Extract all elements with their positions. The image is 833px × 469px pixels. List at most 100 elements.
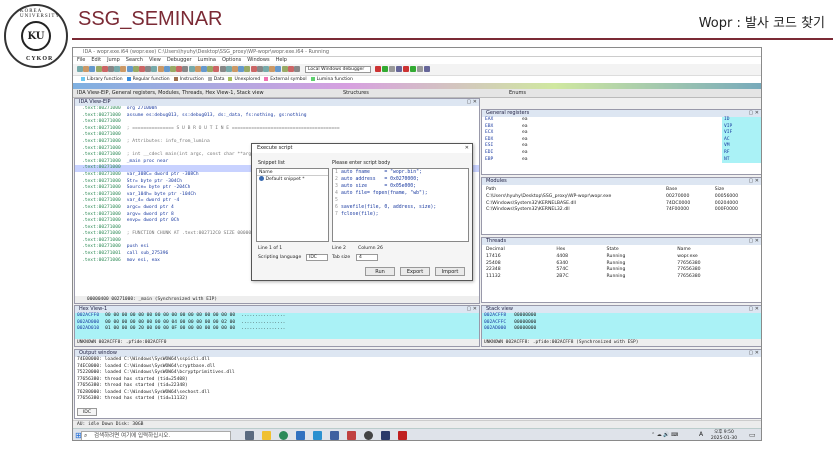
file-explorer-icon[interactable] xyxy=(262,431,271,440)
menu-item[interactable]: Debugger xyxy=(167,57,192,63)
threads-column-header[interactable]: Hex xyxy=(554,247,604,254)
edge-icon[interactable] xyxy=(313,431,322,440)
toolbar-button-icon[interactable] xyxy=(389,66,395,72)
toolbar-button-icon[interactable] xyxy=(207,66,214,72)
terminal-icon[interactable] xyxy=(381,431,390,440)
menu-item[interactable]: Search xyxy=(126,57,143,63)
app-icon[interactable] xyxy=(296,431,305,440)
toolbar-button-icon[interactable] xyxy=(120,66,127,72)
scripting-language-select[interactable]: IDC xyxy=(306,254,328,261)
ida-taskbar-icon[interactable] xyxy=(364,431,373,440)
system-tray-icons[interactable]: ⌃ ☁ 🔊 ⌨ xyxy=(651,432,678,438)
panel-controls-icon[interactable]: ▢ ✕ xyxy=(748,238,759,245)
toolbar-button-icon[interactable] xyxy=(139,66,145,72)
app-icon-3[interactable] xyxy=(398,431,407,440)
panel-controls-icon[interactable]: ▢ ✕ xyxy=(748,178,759,185)
vscode-icon[interactable] xyxy=(330,431,339,440)
taskbar-search-input[interactable]: 검색하려면 여기에 입력하십시오. xyxy=(81,431,231,440)
snippet-item-default[interactable]: Default snippet * xyxy=(257,176,328,184)
disasm-line[interactable]: .text:00271000 xyxy=(75,119,479,126)
disasm-line[interactable]: .text:00271000 ; =============== S U B R … xyxy=(75,126,479,133)
register-row[interactable]: EDI ea RF xyxy=(482,149,761,157)
menu-item[interactable]: View xyxy=(149,57,161,63)
toolbar-button-icon[interactable] xyxy=(263,66,269,72)
toolbar-button-icon[interactable] xyxy=(145,66,152,72)
stack-list[interactable]: 002ACFF8 00000000 002ACFFC 00000000 002AD000… xyxy=(482,313,761,339)
disasm-line[interactable]: .text:00271000 org 271000h xyxy=(75,106,479,113)
tab-enums[interactable]: Enums xyxy=(509,89,526,98)
idc-prompt[interactable]: IDC xyxy=(77,408,97,416)
toolbar-button-icon[interactable] xyxy=(250,66,257,72)
panel-controls-icon[interactable]: ▢ ✕ xyxy=(748,306,759,313)
panel-controls-icon[interactable]: ▢ ✕ xyxy=(748,110,759,117)
toolbar-button-icon[interactable] xyxy=(132,66,139,72)
toolbar-button-icon[interactable] xyxy=(256,66,263,72)
table-row[interactable]: 11132 2B7C Running 77656380 xyxy=(484,274,760,281)
disasm-line[interactable]: .text:00271000 assume es:debug013, ss:deb… xyxy=(75,113,479,120)
register-row[interactable]: ESI ea VM xyxy=(482,143,761,150)
toolbar-button-icon[interactable] xyxy=(182,66,189,72)
toolbar-button-icon[interactable] xyxy=(176,66,183,72)
toolbar-button-icon[interactable] xyxy=(424,66,430,72)
toolbar-button-icon[interactable] xyxy=(114,66,121,72)
stack-row[interactable]: 002ACFF8 00000000 xyxy=(482,313,761,320)
toolbar-button-icon[interactable] xyxy=(151,66,158,72)
toolbar-button-icon[interactable] xyxy=(244,66,251,72)
panel-controls-icon[interactable]: ▢ ✕ xyxy=(748,350,759,357)
toolbar-button-icon[interactable] xyxy=(294,66,300,72)
toolbar-button-icon[interactable] xyxy=(269,66,276,72)
toolbar-button-icon[interactable] xyxy=(213,66,220,72)
toolbar-button-icon[interactable] xyxy=(77,66,83,72)
toolbar-button-icon[interactable] xyxy=(410,66,416,72)
taskbar-clock[interactable]: 오후 9:50 2025-01-30 xyxy=(709,430,739,440)
hex-row[interactable]: 002ACFF0 00 00 00 00 00 00 00 00 00 00 00… xyxy=(75,313,479,320)
toolbar-button-icon[interactable] xyxy=(275,66,282,72)
table-row[interactable]: 17416 4408 Running wopr.exe xyxy=(484,254,760,261)
toolbar-button-icon[interactable] xyxy=(417,66,423,72)
register-row[interactable]: ECX ea VIF xyxy=(482,130,761,137)
table-row[interactable]: C:\Users\hyuhy\Desktop\SSG_proxy\WP-wopr… xyxy=(484,194,760,201)
export-button[interactable]: Export xyxy=(400,267,430,276)
toolbar-button-icon[interactable] xyxy=(83,66,90,72)
task-view-icon[interactable] xyxy=(245,431,254,440)
toolbar-button-icon[interactable] xyxy=(194,66,201,72)
toolbar-button-icon[interactable] xyxy=(375,66,381,72)
snippet-list[interactable]: Name Default snippet * xyxy=(256,168,329,242)
menu-item[interactable]: Help xyxy=(276,57,287,63)
toolbar-button-icon[interactable] xyxy=(101,66,108,72)
toolbar-button-icon[interactable] xyxy=(225,66,232,72)
modules-column-header[interactable]: Size xyxy=(713,187,760,194)
panel-controls-icon[interactable]: ▢ ✕ xyxy=(466,99,477,106)
hex-dump[interactable]: 002ACFF0 00 00 00 00 00 00 00 00 00 00 00… xyxy=(75,313,479,339)
run-button[interactable]: Run xyxy=(365,267,395,276)
toolbar-button-icon[interactable] xyxy=(219,66,226,72)
debugger-select[interactable]: Local Windows debugger xyxy=(305,66,371,73)
disasm-line[interactable]: .text:00271000 xyxy=(75,132,479,139)
panel-controls-icon[interactable]: ▢ ✕ xyxy=(466,306,477,313)
toolbar-button-icon[interactable] xyxy=(157,66,164,72)
toolbar-button-icon[interactable] xyxy=(126,66,133,72)
tab-structures[interactable]: Structures xyxy=(343,89,369,98)
register-row[interactable]: EBP ea NT xyxy=(482,156,761,164)
app-icon-2[interactable] xyxy=(347,431,356,440)
toolbar-button-icon[interactable] xyxy=(163,66,170,72)
menu-item[interactable]: File xyxy=(77,57,85,63)
register-row[interactable]: EBX ea VIP xyxy=(482,123,761,131)
close-icon[interactable]: ✕ xyxy=(465,144,469,153)
table-row[interactable]: C:\Windows\System32\KERNEL32.dll 74F00000… xyxy=(484,207,760,214)
threads-column-header[interactable]: Decimal xyxy=(484,247,554,254)
menu-item[interactable]: Edit xyxy=(91,57,101,63)
menu-item[interactable]: Options xyxy=(222,57,241,63)
toolbar-button-icon[interactable] xyxy=(201,66,207,72)
toolbar-button-icon[interactable] xyxy=(287,66,294,72)
chrome-icon[interactable] xyxy=(279,431,288,440)
toolbar-button-icon[interactable] xyxy=(232,66,238,72)
toolbar-button-icon[interactable] xyxy=(108,66,114,72)
toolbar-button-icon[interactable] xyxy=(188,66,195,72)
hex-row[interactable]: 002AD010 01 00 00 00 20 00 00 00 0F 00 00… xyxy=(75,326,479,333)
register-row[interactable]: EAX ea ID xyxy=(482,117,761,124)
input-language-indicator[interactable]: A xyxy=(699,431,703,438)
threads-column-header[interactable]: Name xyxy=(675,247,760,254)
script-editor[interactable]: 1 auto fname = "wopr.bin"; 2 auto address =… xyxy=(332,168,469,242)
tab-size-select[interactable]: 4 xyxy=(356,254,378,261)
